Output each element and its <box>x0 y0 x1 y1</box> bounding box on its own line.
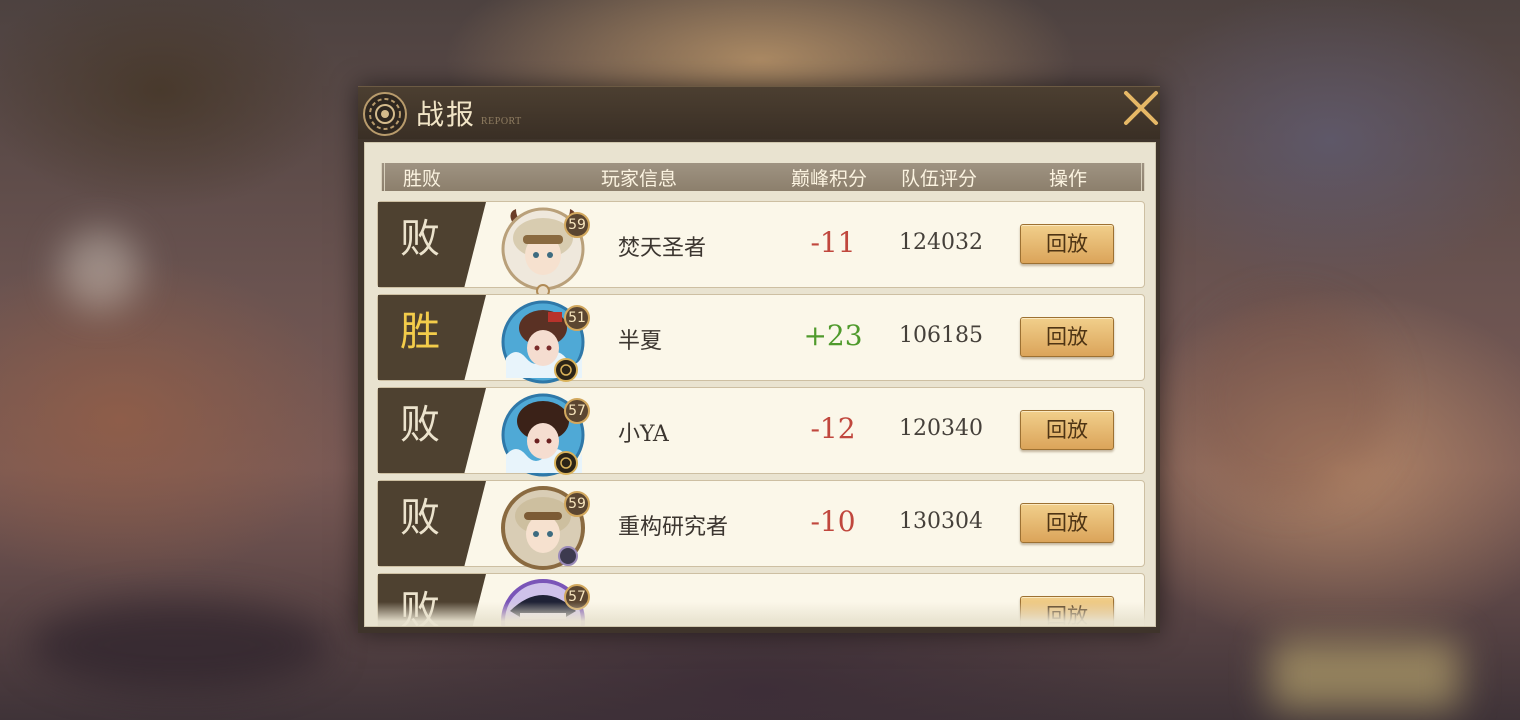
col-result: 胜败 <box>403 168 442 190</box>
team-rating: 124032 <box>899 230 983 255</box>
list-fade-overlay <box>365 602 1155 626</box>
panel-header: 战报 REPORT <box>358 87 1160 139</box>
battle-report-panel: 战报 REPORT 胜败 玩家信息 巅峰积分 队伍评分 操作 败 59 焚天圣者… <box>358 86 1160 633</box>
replay-button[interactable]: 回放 <box>1020 317 1114 357</box>
result-label: 胜 <box>400 309 440 355</box>
level-badge: 59 <box>564 212 590 238</box>
report-row: 败 59 重构研究者 -10 130304 回放 <box>377 480 1145 570</box>
close-button[interactable] <box>1122 89 1160 127</box>
level-badge: 59 <box>564 491 590 517</box>
background-blur <box>1190 300 1390 500</box>
report-content: 胜败 玩家信息 巅峰积分 队伍评分 操作 败 59 焚天圣者 -11 12403… <box>364 142 1156 627</box>
result-label: 败 <box>400 495 440 541</box>
peak-points: +23 <box>803 319 863 352</box>
col-action: 操作 <box>1049 168 1088 190</box>
level-badge: 51 <box>564 305 590 331</box>
replay-button[interactable]: 回放 <box>1020 410 1114 450</box>
level-badge: 57 <box>564 398 590 424</box>
result-label: 败 <box>400 402 440 448</box>
column-header: 胜败 玩家信息 巅峰积分 队伍评分 操作 <box>381 163 1145 191</box>
close-icon <box>1124 91 1158 125</box>
player-name: 半夏 <box>618 329 663 354</box>
team-rating: 120340 <box>899 416 983 441</box>
report-row: 败 59 焚天圣者 -11 124032 回放 <box>377 201 1145 298</box>
player-name: 焚天圣者 <box>618 236 707 261</box>
peak-points: -12 <box>810 412 856 445</box>
report-row: 败 57 小YA -12 120340 回放 <box>377 387 1145 477</box>
col-player-info: 玩家信息 <box>601 168 678 190</box>
col-peak-points: 巅峰积分 <box>791 168 868 190</box>
team-rating: 130304 <box>899 509 983 534</box>
peak-points: -10 <box>810 505 856 538</box>
col-team-rating: 队伍评分 <box>901 168 978 190</box>
background-blur <box>30 600 330 690</box>
gear-emblem-icon <box>362 91 408 137</box>
player-name: 小YA <box>618 422 669 447</box>
background-blur <box>1270 640 1460 710</box>
player-name: 重构研究者 <box>618 515 729 540</box>
background-blur <box>60 230 140 310</box>
replay-button[interactable]: 回放 <box>1020 503 1114 543</box>
panel-subtitle: REPORT <box>481 116 522 127</box>
team-rating: 106185 <box>899 323 983 348</box>
report-list[interactable]: 败 59 焚天圣者 -11 124032 回放 胜 51 半夏 +23 1061… <box>377 201 1145 626</box>
report-row: 胜 51 半夏 +23 106185 回放 <box>377 294 1145 384</box>
peak-points: -11 <box>810 226 856 259</box>
panel-title: 战报 <box>416 98 477 131</box>
result-label: 败 <box>400 216 440 262</box>
replay-button[interactable]: 回放 <box>1020 224 1114 264</box>
